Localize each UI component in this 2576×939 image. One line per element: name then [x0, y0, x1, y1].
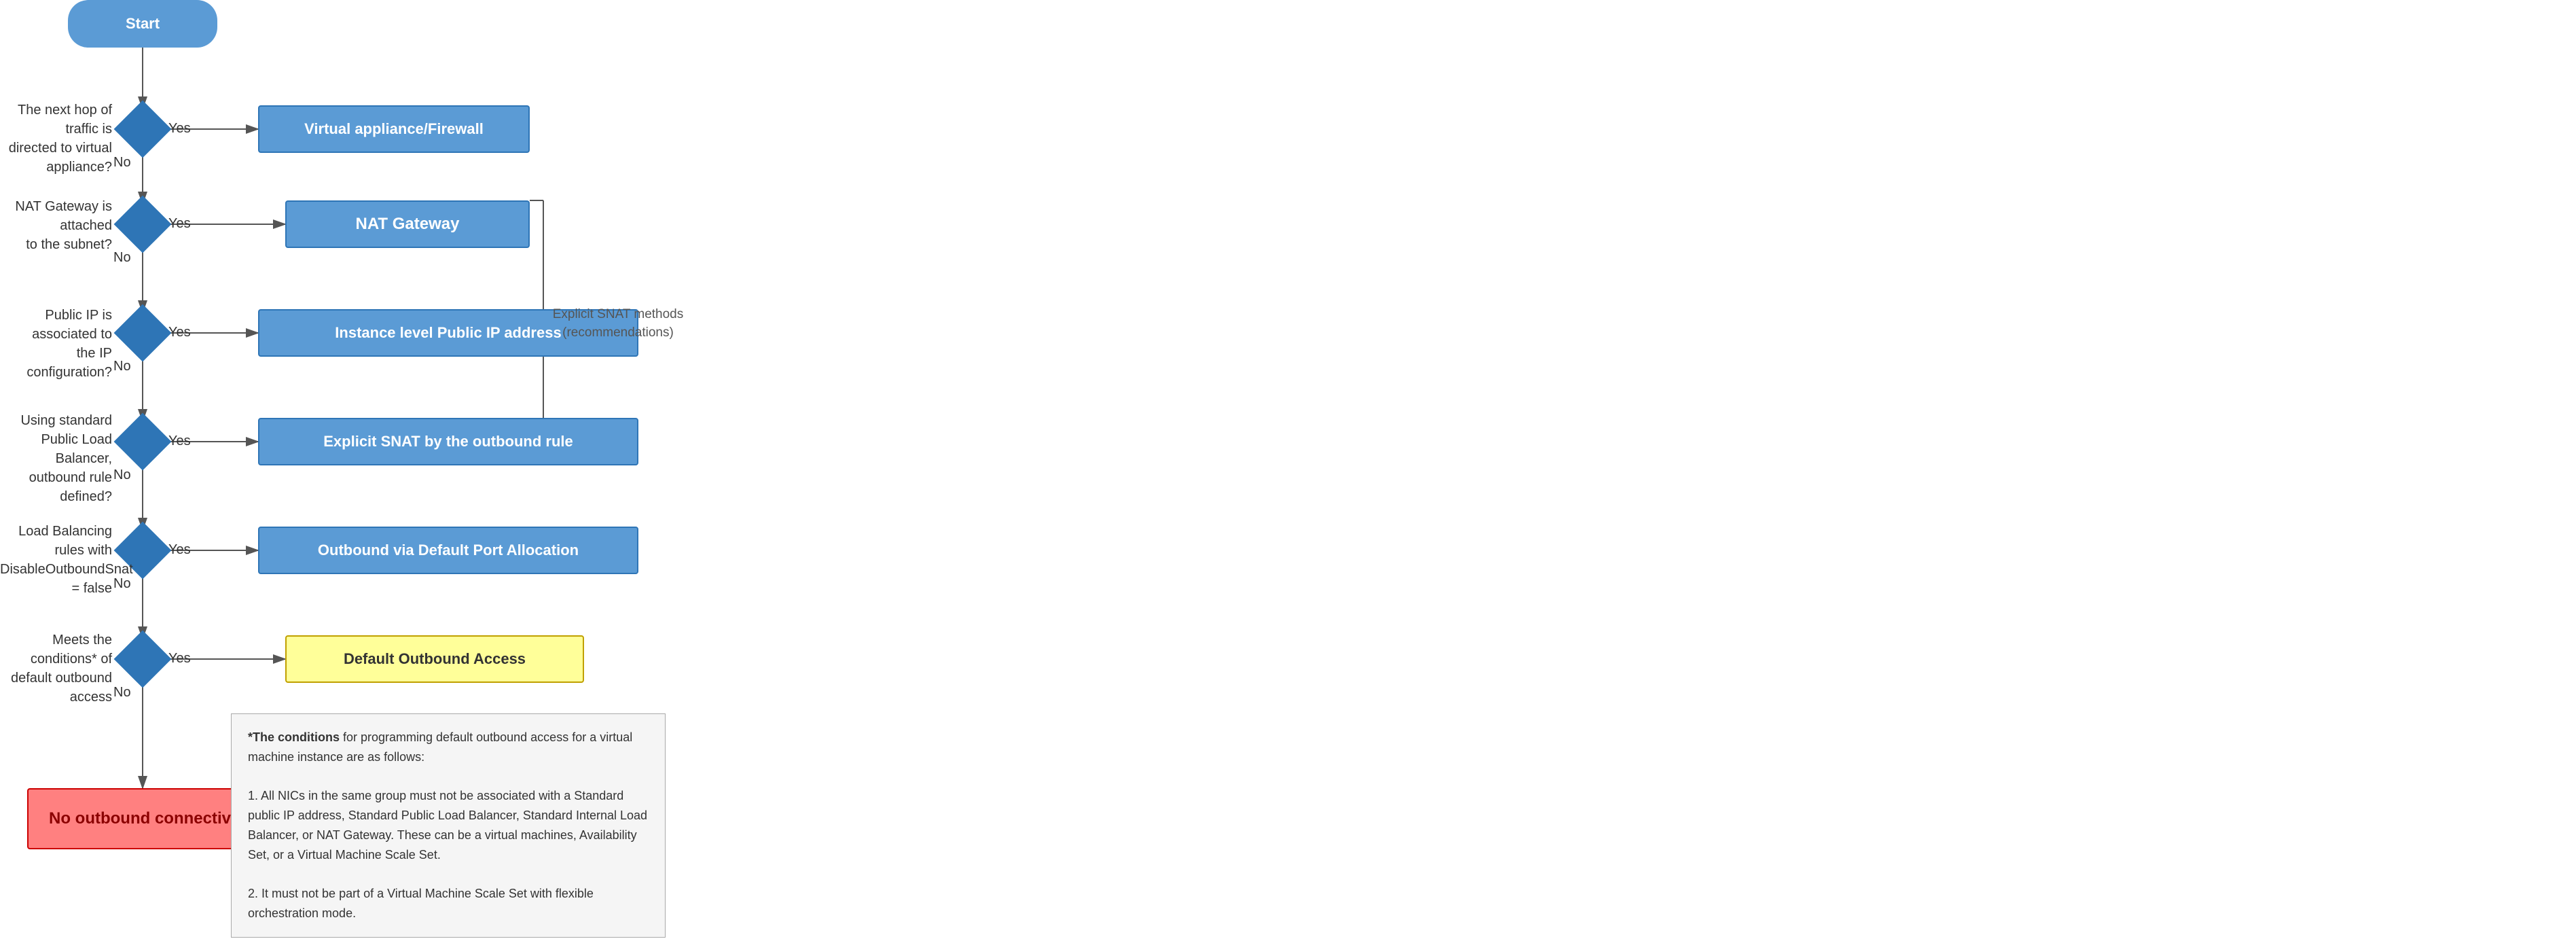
- info-point2: 2. It must not be part of a Virtual Mach…: [248, 884, 649, 923]
- explicit-snat-node: Explicit SNAT by the outbound rule: [258, 418, 638, 465]
- yes-label-q6: Yes: [168, 651, 191, 667]
- no-label-q4: No: [113, 467, 131, 483]
- diagram-container: Start The next hop of traffic is directe…: [0, 0, 2576, 939]
- question-q5: Load Balancing rules with DisableOutboun…: [0, 522, 112, 598]
- no-label-q1: No: [113, 155, 131, 171]
- yes-label-q3: Yes: [168, 325, 191, 340]
- question-q2: NAT Gateway is attached to the subnet?: [0, 197, 112, 254]
- diamond-q4: [114, 413, 172, 471]
- outbound-default-port-node: Outbound via Default Port Allocation: [258, 527, 638, 574]
- diamond-q3: [114, 304, 172, 362]
- question-q1: The next hop of traffic is directed to v…: [0, 101, 112, 177]
- no-label-q5: No: [113, 576, 131, 592]
- yes-label-q5: Yes: [168, 542, 191, 558]
- no-label-q2: No: [113, 250, 131, 266]
- brace-label: Explicit SNAT methods (recommendations): [550, 306, 686, 342]
- diamond-q1: [114, 101, 172, 158]
- start-node: Start: [68, 0, 217, 48]
- info-point1: 1. All NICs in the same group must not b…: [248, 786, 649, 864]
- question-q6: Meets the conditions* of default outboun…: [0, 631, 112, 707]
- yes-label-q4: Yes: [168, 433, 191, 449]
- virtual-appliance-node: Virtual appliance/Firewall: [258, 105, 530, 153]
- question-q3: Public IP is associated to the IP config…: [0, 306, 112, 382]
- default-outbound-access-node: Default Outbound Access: [285, 635, 584, 683]
- diamond-q6: [114, 631, 172, 688]
- diamond-q2: [114, 196, 172, 253]
- yes-label-q1: Yes: [168, 121, 191, 137]
- yes-label-q2: Yes: [168, 216, 191, 232]
- no-label-q6: No: [113, 685, 131, 701]
- info-box: *The conditions for programming default …: [231, 713, 666, 938]
- nat-gateway-node: NAT Gateway: [285, 200, 530, 248]
- question-q4: Using standard Public Load Balancer, out…: [0, 411, 112, 506]
- no-label-q3: No: [113, 359, 131, 374]
- info-title-bold: *The conditions: [248, 730, 340, 744]
